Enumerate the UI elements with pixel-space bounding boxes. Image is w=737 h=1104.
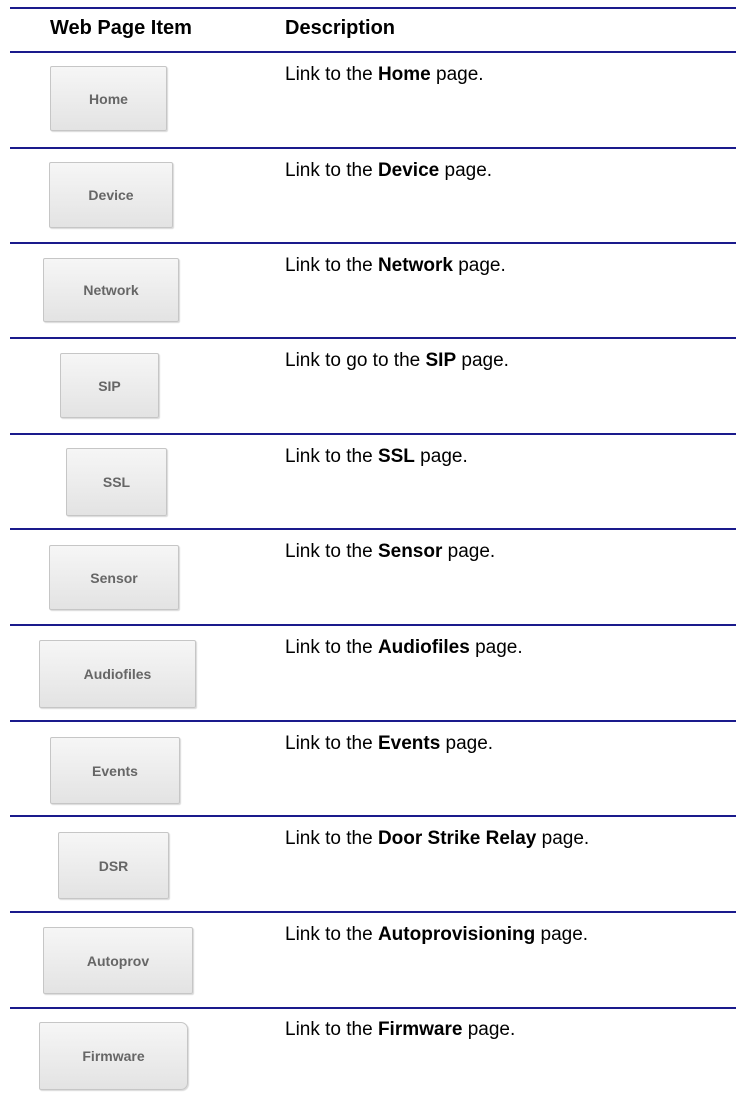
description-page-name: Network [377, 255, 453, 276]
description-page-name: Sensor [377, 541, 443, 562]
description-text: Link to the [285, 924, 378, 945]
description-firmware: Link to the Firmware page. [285, 1019, 515, 1041]
description-events: Link to the Events page. [285, 733, 493, 755]
row-divider [10, 1007, 736, 1009]
description-text: Link to the [285, 733, 378, 754]
description-text: page. [442, 541, 496, 562]
row-divider [10, 815, 736, 817]
description-device: Link to the Device page. [285, 160, 492, 182]
description-home: Link to the Home page. [285, 64, 484, 86]
description-text: Link to the [285, 637, 378, 658]
description-text: page. [440, 733, 494, 754]
description-sip: Link to go to the SIP page. [285, 350, 509, 372]
firmware-button[interactable]: Firmware [39, 1022, 188, 1090]
description-text: Link to the [285, 64, 378, 85]
description-text: page. [469, 637, 523, 658]
row-divider [10, 242, 736, 244]
network-button[interactable]: Network [43, 258, 179, 322]
header-web-page-item: Web Page Item [50, 17, 192, 39]
description-text: Link to the [285, 828, 378, 849]
description-text: Link to the [285, 446, 378, 467]
events-button[interactable]: Events [50, 737, 180, 804]
row-divider [10, 911, 736, 913]
description-audiofiles: Link to the Audiofiles page. [285, 637, 523, 659]
home-button[interactable]: Home [50, 66, 167, 131]
description-text: page. [414, 446, 468, 467]
row-divider [10, 433, 736, 435]
description-autoprov: Link to the Autoprovisioning page. [285, 924, 588, 946]
description-text: page. [439, 160, 493, 181]
autoprov-button[interactable]: Autoprov [43, 927, 193, 994]
description-text: Link to the [285, 1019, 378, 1040]
description-text: Link to go to the [285, 350, 426, 371]
description-text: page. [535, 924, 589, 945]
description-network: Link to the Network page. [285, 255, 506, 277]
row-divider [10, 147, 736, 149]
description-page-name: Firmware [377, 1019, 463, 1040]
dsr-button[interactable]: DSR [58, 832, 169, 899]
description-text: page. [462, 1019, 516, 1040]
description-page-name: Door Strike Relay [377, 828, 537, 849]
audiofiles-button[interactable]: Audiofiles [39, 640, 196, 708]
row-divider [10, 624, 736, 626]
table-top-rule [10, 7, 736, 9]
ssl-button[interactable]: SSL [66, 448, 167, 516]
description-page-name: SIP [425, 350, 457, 371]
description-text: Link to the [285, 541, 378, 562]
description-page-name: Audiofiles [377, 637, 470, 658]
description-page-name: Autoprovisioning [377, 924, 536, 945]
sip-button[interactable]: SIP [60, 353, 159, 418]
description-text: Link to the [285, 255, 378, 276]
description-text: page. [452, 255, 506, 276]
description-dsr: Link to the Door Strike Relay page. [285, 828, 589, 850]
description-page-name: Home [377, 64, 431, 85]
description-text: page. [536, 828, 590, 849]
description-text: page. [430, 64, 484, 85]
row-divider [10, 337, 736, 339]
header-bottom-rule [10, 51, 736, 53]
description-sensor: Link to the Sensor page. [285, 541, 495, 563]
description-text: page. [456, 350, 509, 371]
row-divider [10, 528, 736, 530]
row-divider [10, 720, 736, 722]
sensor-button[interactable]: Sensor [49, 545, 179, 610]
description-text: Link to the [285, 160, 378, 181]
description-page-name: Device [377, 160, 440, 181]
header-description: Description [285, 17, 396, 39]
description-ssl: Link to the SSL page. [285, 446, 468, 468]
description-page-name: Events [377, 733, 441, 754]
device-button[interactable]: Device [49, 162, 173, 228]
description-page-name: SSL [377, 446, 415, 467]
